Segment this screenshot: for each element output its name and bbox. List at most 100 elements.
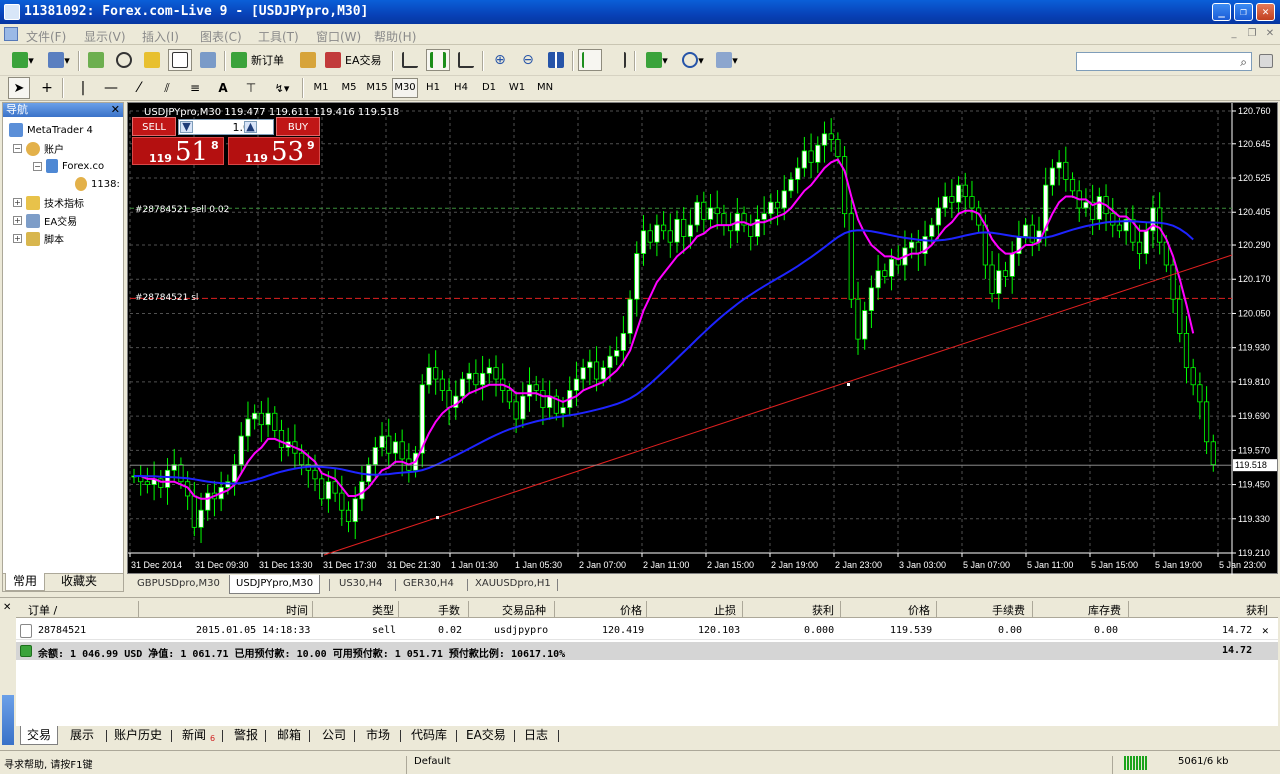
menu-window[interactable]: 窗口(W) bbox=[316, 28, 361, 45]
tab-mailbox[interactable]: 邮箱 bbox=[277, 726, 301, 745]
indicators-button[interactable]: ▾ bbox=[640, 49, 674, 71]
menu-tools[interactable]: 工具(T) bbox=[258, 28, 299, 45]
col-symbol[interactable]: 交易品种 bbox=[502, 602, 546, 618]
tab-exposure[interactable]: 展示 bbox=[70, 726, 94, 745]
tf-m5[interactable]: M5 bbox=[336, 78, 362, 98]
arrows-tool[interactable]: ↯▾ bbox=[268, 77, 296, 99]
expand-icon[interactable]: + bbox=[13, 234, 22, 243]
lot-increase-icon[interactable]: ▲ bbox=[244, 121, 257, 133]
channel-tool[interactable]: ⫽ bbox=[156, 77, 178, 99]
col-current-price[interactable]: 价格 bbox=[908, 602, 930, 618]
tester-button[interactable] bbox=[196, 49, 220, 71]
new-chart-button[interactable]: ▾ bbox=[6, 49, 40, 71]
search-box[interactable]: ⌕ bbox=[1076, 52, 1252, 71]
tab-favorites[interactable]: 收藏夹 bbox=[51, 573, 107, 591]
chart-tab-xauusd[interactable]: XAUUSDpro,H1 bbox=[469, 575, 557, 594]
mdi-close-button[interactable]: ✕ bbox=[1264, 29, 1276, 40]
search-icon[interactable]: ⌕ bbox=[1240, 55, 1247, 70]
chart-tab-ger30[interactable]: GER30,H4 bbox=[397, 575, 460, 594]
bid-price-button[interactable]: 119 51 8 bbox=[132, 137, 224, 167]
col-swap[interactable]: 库存费 bbox=[1088, 602, 1121, 618]
col-take-profit[interactable]: 获利 bbox=[812, 602, 834, 618]
tf-m30[interactable]: M30 bbox=[392, 78, 418, 98]
data-window-button[interactable] bbox=[112, 49, 136, 71]
col-time[interactable]: 时间 bbox=[286, 602, 308, 618]
mdi-restore-button[interactable]: ❐ bbox=[1246, 29, 1258, 40]
maximize-button[interactable]: ❐ bbox=[1234, 3, 1253, 21]
profiles-button[interactable]: ▾ bbox=[44, 49, 74, 71]
menu-help[interactable]: 帮助(H) bbox=[374, 28, 416, 45]
menu-chart[interactable]: 图表(C) bbox=[200, 28, 242, 45]
price-chart[interactable]: 120.760 120.645 120.525 120.405 120.290 120.1… bbox=[127, 102, 1279, 575]
close-button[interactable]: ✕ bbox=[1256, 3, 1275, 21]
ask-price-button[interactable]: 119 53 9 bbox=[228, 137, 320, 167]
nav-item-indicators[interactable]: + 技术指标 bbox=[13, 195, 84, 210]
zoom-out-button[interactable]: ⊖ bbox=[516, 49, 540, 71]
bar-chart-button[interactable] bbox=[398, 49, 422, 71]
tf-m1[interactable]: M1 bbox=[308, 78, 334, 98]
mdi-minimize-button[interactable]: _ bbox=[1228, 29, 1240, 40]
templates-button[interactable]: ▾ bbox=[712, 49, 742, 71]
col-lots[interactable]: 手数 bbox=[438, 602, 460, 618]
title-bar[interactable]: 11381092: Forex.com-Live 9 - [USDJPYpro,… bbox=[0, 0, 1280, 24]
search-input[interactable] bbox=[1079, 53, 1229, 69]
collapse-icon[interactable]: − bbox=[33, 161, 42, 171]
market-watch-button[interactable] bbox=[84, 49, 108, 71]
col-order[interactable]: 订单 / bbox=[28, 602, 57, 618]
nav-item-broker[interactable]: − Forex.co bbox=[33, 159, 104, 173]
tf-w1[interactable]: W1 bbox=[504, 78, 530, 98]
sell-button[interactable]: SELL bbox=[132, 117, 176, 136]
close-icon[interactable]: ✕ bbox=[3, 602, 11, 613]
tab-account-history[interactable]: 账户历史 bbox=[114, 726, 162, 745]
new-order-button[interactable]: 新订单 bbox=[230, 49, 292, 71]
tab-common[interactable]: 常用 bbox=[5, 573, 45, 591]
zoom-in-button[interactable]: ⊕ bbox=[488, 49, 512, 71]
cursor-tool[interactable]: ➤ bbox=[8, 77, 30, 99]
tab-journal[interactable]: 日志 bbox=[524, 726, 548, 745]
nav-item-root[interactable]: MetaTrader 4 bbox=[9, 123, 93, 137]
expand-icon[interactable]: + bbox=[13, 198, 22, 207]
expand-icon[interactable]: + bbox=[13, 216, 22, 225]
chart-tab-usdjpy[interactable]: USDJPYpro,M30 bbox=[229, 575, 321, 594]
fibonacci-tool[interactable]: ≡ bbox=[184, 77, 206, 99]
col-commission[interactable]: 手续费 bbox=[992, 602, 1025, 618]
menu-file[interactable]: 文件(F) bbox=[26, 28, 66, 45]
tf-h4[interactable]: H4 bbox=[448, 78, 474, 98]
table-row[interactable]: 28784521 2015.01.05 14:18:33 sell 0.02 u… bbox=[16, 622, 1278, 640]
ea-trading-button[interactable]: EA交易 bbox=[324, 49, 386, 71]
tf-m15[interactable]: M15 bbox=[364, 78, 390, 98]
buy-button[interactable]: BUY bbox=[276, 117, 320, 136]
community-button[interactable] bbox=[1256, 50, 1276, 72]
tab-market[interactable]: 市场 bbox=[366, 726, 390, 745]
tab-code-base[interactable]: 代码库 bbox=[411, 726, 447, 745]
tab-company[interactable]: 公司 bbox=[322, 726, 346, 745]
tf-d1[interactable]: D1 bbox=[476, 78, 502, 98]
col-type[interactable]: 类型 bbox=[372, 602, 394, 618]
candlestick-button[interactable] bbox=[426, 49, 450, 71]
menu-view[interactable]: 显示(V) bbox=[84, 28, 126, 45]
chart-canvas[interactable]: 120.760 120.645 120.525 120.405 120.290 120.1… bbox=[128, 103, 1279, 575]
collapse-icon[interactable]: − bbox=[13, 144, 22, 153]
chart-tab-gbpusd[interactable]: GBPUSDpro,M30 bbox=[131, 575, 226, 594]
close-icon[interactable]: ✕ bbox=[111, 103, 120, 117]
tab-alerts[interactable]: 警报 bbox=[234, 726, 258, 745]
text-label-tool[interactable]: ⊤ bbox=[240, 77, 262, 99]
nav-item-accounts[interactable]: − 账户 bbox=[13, 141, 64, 156]
tf-h1[interactable]: H1 bbox=[420, 78, 446, 98]
tab-trade[interactable]: 交易 bbox=[20, 726, 59, 745]
tile-windows-button[interactable] bbox=[544, 49, 568, 71]
navigator-button[interactable] bbox=[140, 49, 164, 71]
nav-item-scripts[interactable]: + 脚本 bbox=[13, 231, 64, 246]
tab-experts[interactable]: EA交易 bbox=[466, 726, 506, 745]
meta-editor-button[interactable] bbox=[296, 49, 320, 71]
crosshair-tool[interactable]: + bbox=[36, 77, 58, 99]
nav-item-account[interactable]: 1138: bbox=[75, 177, 120, 191]
col-stop-loss[interactable]: 止损 bbox=[714, 602, 736, 618]
lot-size-field[interactable]: ▼ 1.00 ▲ bbox=[178, 119, 274, 135]
menu-insert[interactable]: 插入(I) bbox=[142, 28, 179, 45]
chart-tab-us30[interactable]: US30,H4 bbox=[333, 575, 388, 594]
chart-shift-button[interactable] bbox=[606, 49, 630, 71]
nav-item-experts[interactable]: + EA交易 bbox=[13, 213, 77, 228]
autoscroll-button[interactable] bbox=[578, 49, 602, 71]
minimize-button[interactable]: _ bbox=[1212, 3, 1231, 21]
